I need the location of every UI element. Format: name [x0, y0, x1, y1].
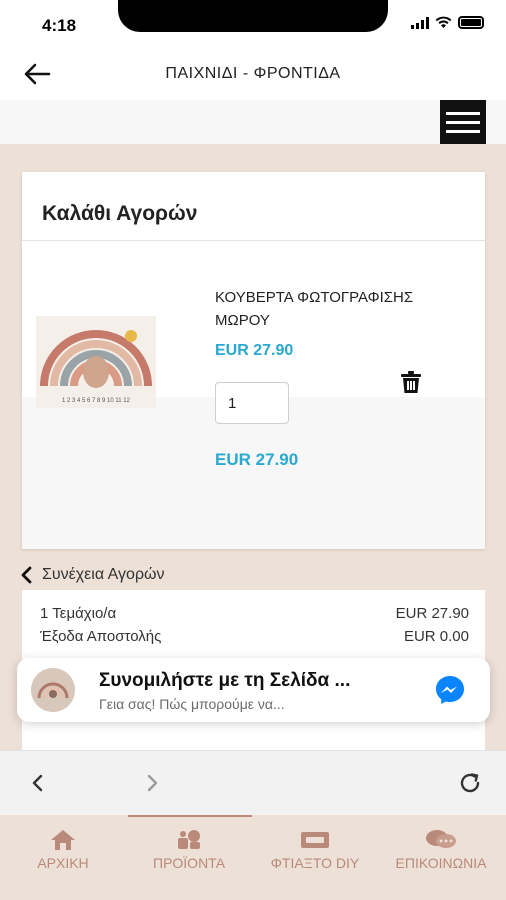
continue-shopping-link[interactable]: Συνέχεια Αγορών: [20, 565, 165, 585]
product-price: EUR 27.90: [215, 342, 294, 359]
nav-header: ΠΑΙΧΝΙΔΙ - ΦΡΟΝΤΙΔΑ: [0, 48, 506, 100]
toys-icon: [178, 830, 200, 849]
tab-label: ΕΠΙΚΟΙΝΩΝΙΑ: [395, 855, 487, 871]
messenger-chat-widget[interactable]: Συνομιλήστε με τη Σελίδα ... Γεια σας! Π…: [17, 658, 490, 722]
tab-label: ΦΤΙΑΞΤΟ DIY: [270, 855, 360, 871]
contact-icon: [426, 830, 456, 848]
tab-diy[interactable]: ΦΤΙΑΞΤΟ DIY: [252, 827, 378, 877]
product-image-text: 1 2 3 4 5 6 7 8 9 10 11 12: [62, 398, 131, 404]
summary-label: 1 Τεμάχιο/α: [40, 605, 117, 622]
browser-nav-bar: [0, 750, 506, 815]
hamburger-menu-icon[interactable]: [440, 100, 486, 144]
chat-title: Συνομιλήστε με τη Σελίδα ...: [99, 670, 351, 691]
summary-row-items: 1 Τεμάχιο/α EUR 27.90: [40, 605, 469, 622]
reload-icon[interactable]: [458, 771, 482, 795]
line-total: EUR 27.90: [215, 450, 299, 469]
diy-icon: [301, 832, 329, 848]
messenger-icon[interactable]: [434, 674, 466, 706]
bottom-tab-bar: ΑΡΧΙΚΗ ΠΡΟΪΟΝΤΑ ΦΤΙΑΞΤΟ DIY ΕΠΙΚΟΙΝΩΝΙΑ: [0, 815, 506, 900]
continue-shopping-label: Συνέχεια Αγορών: [42, 566, 165, 583]
product-name[interactable]: ΚΟΥΒΕΡΤΑ ΦΩΤΟΓΡΑΦΙΣΗΣ ΜΩΡΟΥ: [215, 286, 455, 332]
product-image[interactable]: 1 2 3 4 5 6 7 8 9 10 11 12: [36, 316, 156, 408]
tab-contact[interactable]: ΕΠΙΚΟΙΝΩΝΙΑ: [378, 827, 504, 877]
active-tab-indicator: [128, 815, 252, 817]
chat-subtitle: Γεια σας! Πώς μπορούμε να...: [99, 696, 285, 712]
browser-back-icon[interactable]: [26, 771, 50, 795]
quantity-input[interactable]: [215, 382, 289, 424]
battery-icon: [458, 16, 484, 29]
status-bar: 4:18: [0, 0, 506, 48]
tab-products[interactable]: ΠΡΟΪΟΝΤΑ: [126, 827, 252, 877]
page-avatar: [31, 668, 75, 712]
menu-strip: [0, 100, 506, 144]
summary-value: EUR 27.90: [395, 605, 469, 622]
home-icon: [51, 830, 75, 850]
status-icons: [411, 16, 484, 29]
status-time: 4:18: [42, 16, 77, 35]
notch: [118, 0, 388, 32]
tab-home[interactable]: ΑΡΧΙΚΗ: [0, 827, 126, 877]
browser-forward-icon[interactable]: [140, 771, 164, 795]
wifi-icon: [435, 16, 452, 28]
trash-icon[interactable]: [400, 370, 422, 394]
cart-title: Καλάθι Αγορών: [42, 202, 198, 225]
summary-value: EUR 0.00: [403, 628, 469, 645]
page-title: ΠΑΙΧΝΙΔΙ - ΦΡΟΝΤΙΔΑ: [165, 65, 341, 82]
cart-card: Καλάθι Αγορών 1 2 3 4 5 6 7 8 9 10 11 12…: [22, 172, 485, 549]
signal-icon: [411, 16, 429, 29]
summary-label: Έξοδα Αποστολής: [40, 628, 162, 645]
divider: [22, 240, 485, 241]
summary-row-shipping: Έξοδα Αποστολής EUR 0.00: [40, 628, 469, 645]
chevron-left-icon: [21, 566, 32, 584]
tab-label: ΑΡΧΙΚΗ: [37, 855, 89, 871]
tab-label: ΠΡΟΪΟΝΤΑ: [152, 855, 226, 871]
